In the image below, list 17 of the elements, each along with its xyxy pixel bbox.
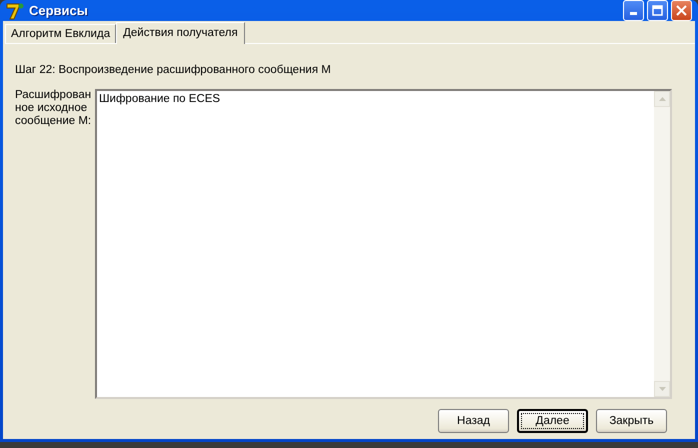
scroll-down-icon — [654, 381, 670, 398]
minimize-button[interactable] — [623, 0, 644, 21]
maximize-button[interactable] — [647, 0, 668, 21]
window-title: Сервисы — [29, 2, 88, 20]
message-field[interactable]: Шифрование по ECES — [95, 89, 672, 400]
step-title: Шаг 22: Воспроизведение расшифрованного сообщения М — [15, 63, 332, 78]
field-label: Расшифрованное исходное сообщение М: — [15, 89, 92, 130]
tab[interactable]: Действия получателя — [116, 22, 245, 44]
dialog-button[interactable]: Далее — [517, 409, 588, 434]
scroll-up-icon — [654, 91, 670, 108]
dialog-button[interactable]: Закрыть — [596, 409, 667, 434]
app-icon — [6, 2, 24, 20]
close-icon — [676, 5, 687, 16]
close-button[interactable] — [671, 0, 692, 21]
dialog-button[interactable]: Назад — [438, 409, 509, 434]
tab[interactable]: Алгоритм Евклида — [5, 24, 116, 43]
maximize-icon — [652, 5, 664, 16]
